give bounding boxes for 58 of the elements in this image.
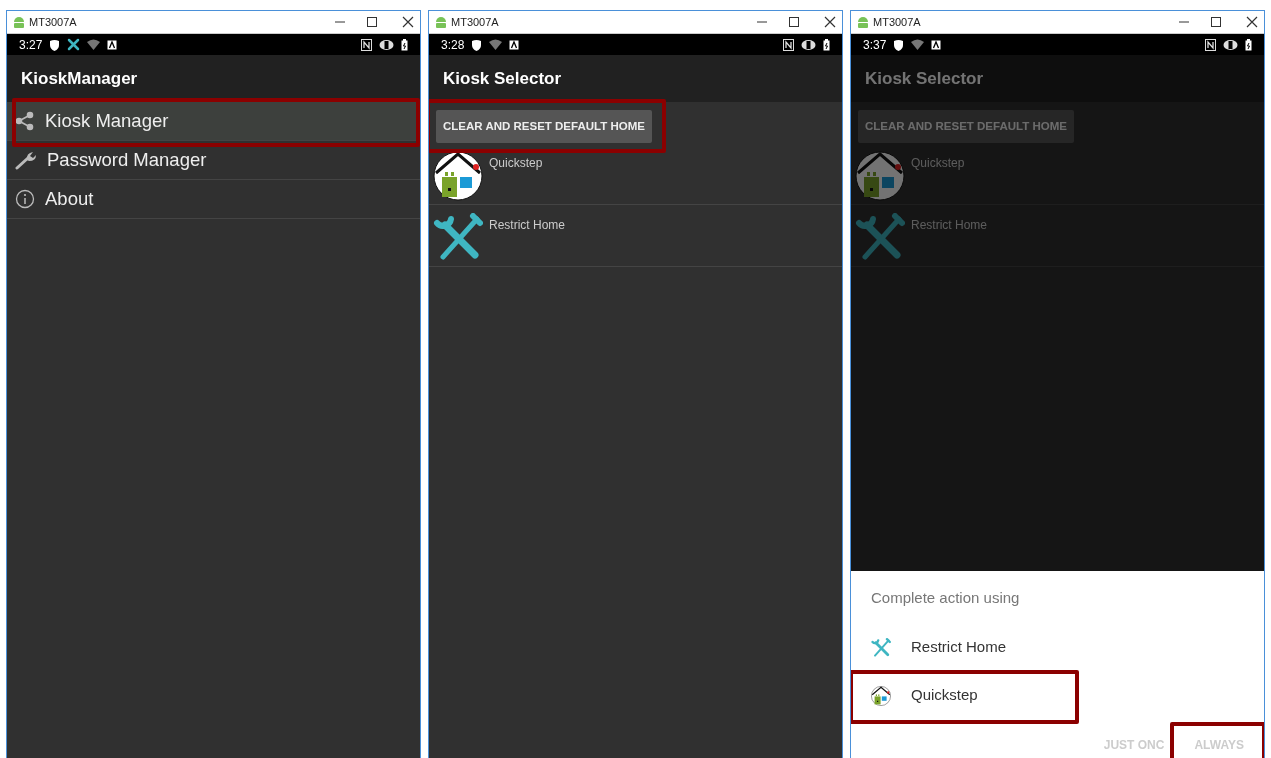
battery-icon	[401, 38, 408, 51]
window-title: MT3007A	[29, 14, 78, 30]
android-icon	[13, 15, 25, 29]
app-label: Quickstep	[489, 155, 543, 173]
maximize-icon[interactable]	[788, 16, 800, 28]
close-icon[interactable]	[402, 16, 414, 28]
menu-item-label: Password Manager	[47, 148, 207, 173]
status-time: 3:27	[19, 36, 43, 54]
app-bar-title: Kiosk Selector	[865, 67, 984, 90]
battery-icon	[1245, 38, 1252, 51]
option-label: Quickstep	[911, 685, 978, 706]
tools-icon	[871, 637, 891, 658]
home-icon	[855, 151, 905, 202]
dialog-option[interactable]: Restrict Home	[851, 623, 1264, 672]
shield-icon	[893, 38, 905, 51]
app-bar-title: Kiosk Selector	[443, 67, 562, 90]
share-icon	[15, 111, 35, 131]
dialog-title: Complete action using	[870, 588, 1021, 608]
window-title: MT3007A	[451, 14, 500, 30]
reset-button[interactable]: CLEAR AND RESET DEFAULT HOME	[436, 110, 652, 144]
menu-item-label: Kiosk Manager	[45, 109, 169, 134]
maximize-icon[interactable]	[366, 16, 378, 28]
nfc-icon	[783, 38, 794, 51]
close-icon[interactable]	[1246, 16, 1258, 28]
wifi-icon	[911, 39, 925, 50]
notification-icon	[509, 39, 520, 50]
status-time: 3:28	[441, 36, 465, 54]
wrench-icon	[15, 150, 37, 170]
menu-item[interactable]: Password Manager	[7, 141, 420, 180]
wifi-icon	[489, 39, 503, 50]
nfc-icon	[361, 38, 372, 51]
shield-icon	[471, 38, 483, 51]
option-label: Restrict Home	[911, 637, 1007, 658]
window-title: MT3007A	[873, 14, 922, 30]
home-icon	[871, 685, 891, 706]
notification-icon	[107, 39, 118, 50]
info-icon	[15, 189, 35, 209]
dialog-option[interactable]: Quickstep	[851, 671, 1264, 720]
android-icon	[857, 15, 869, 29]
notification-icon	[931, 39, 942, 50]
app-bar-title: KioskManager	[21, 67, 138, 90]
shield-icon	[49, 38, 61, 51]
home-icon	[433, 151, 483, 202]
close-icon[interactable]	[824, 16, 836, 28]
menu-item[interactable]: About	[7, 180, 420, 219]
maximize-icon[interactable]	[1210, 16, 1222, 28]
app-label: Restrict Home	[489, 217, 565, 235]
app-label: Restrict Home	[911, 217, 987, 235]
app-row[interactable]: Restrict Home	[429, 205, 842, 268]
android-icon	[435, 15, 447, 29]
app-label: Quickstep	[911, 155, 965, 173]
nfc-icon	[1205, 38, 1216, 51]
battery-icon	[823, 38, 830, 51]
app-row[interactable]: Quickstep	[429, 143, 842, 206]
status-time: 3:37	[863, 36, 887, 54]
tools-icon	[67, 38, 81, 51]
wifi-icon	[87, 39, 101, 50]
menu-item-label: About	[45, 187, 94, 212]
